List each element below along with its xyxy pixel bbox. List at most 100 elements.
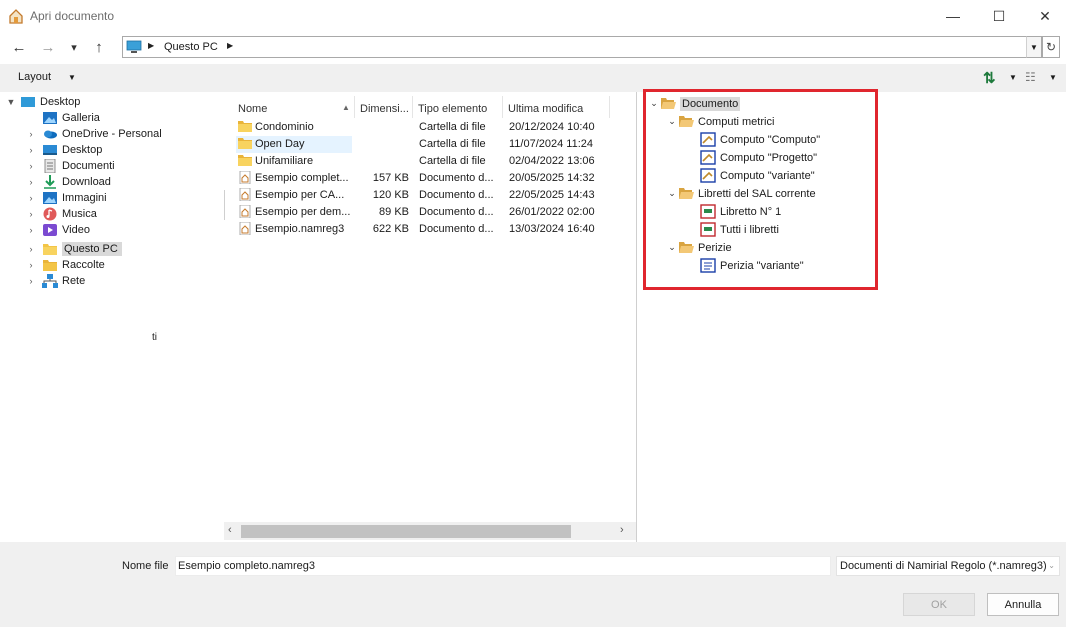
file-row[interactable]: Esempio per CA... 120 KB Documento d... … [236,187,610,204]
sidebar-item-galleria[interactable]: Galleria [26,110,100,126]
chevron-right-icon[interactable]: › [26,193,36,203]
back-button[interactable]: ← [8,36,30,58]
preview-group-perizie[interactable]: ⌄ Perizie [666,239,731,256]
preview-item-computo-variante[interactable]: Computo "variante" [700,167,815,184]
sidebar-item-raccolte[interactable]: › Raccolte [26,257,105,273]
scroll-left-icon[interactable]: ‹ [228,524,232,536]
sidebar-item-immagini[interactable]: › Immagini [26,190,107,206]
file-row[interactable]: Unifamiliare Cartella di file 02/04/2022… [236,153,610,170]
ok-button[interactable]: OK [903,593,975,616]
open-folder-icon [661,98,676,109]
horizontal-scrollbar[interactable]: ‹ › [224,522,636,540]
address-history-dropdown[interactable]: ▼ [1026,36,1042,58]
sort-arrows-icon[interactable]: ⇅ [983,69,996,87]
sidebar-item-desktop[interactable]: › Desktop [26,142,103,158]
address-bar[interactable]: ▶ Questo PC ▶ [122,36,1042,58]
chevron-right-icon[interactable]: › [26,177,36,187]
filename-input[interactable]: Esempio completo.namreg3 [175,556,831,576]
sidebar-item-rete[interactable]: › Rete [26,273,85,289]
sidebar-item-download[interactable]: › Download [26,174,111,190]
sidebar-item-documenti[interactable]: › Documenti [26,158,115,174]
open-folder-icon [679,188,694,199]
refresh-button[interactable]: ↻ [1042,36,1060,58]
breadcrumb-this-pc[interactable]: Questo PC [164,41,218,53]
chevron-down-icon[interactable]: ▼ [1049,73,1057,82]
gallery-icon [43,112,57,124]
chevron-down-icon[interactable]: ⌄ [666,242,678,253]
chevron-down-icon[interactable]: ▼ [1009,73,1017,82]
forward-button[interactable]: → [37,36,59,58]
preview-pane-divider[interactable] [636,92,637,542]
preview-item-perizia-variante[interactable]: Perizia "variante" [700,257,804,274]
sidebar-item-musica[interactable]: › Musica [26,206,97,222]
file-row[interactable]: Condominio Cartella di file 20/12/2024 1… [236,119,610,136]
filename-label: Nome file [122,560,169,572]
cancel-button[interactable]: Annulla [987,593,1059,616]
chevron-right-icon[interactable]: › [26,225,36,235]
onedrive-icon [44,130,57,139]
maximize-button[interactable]: ☐ [976,0,1022,32]
open-folder-icon [679,242,694,253]
preview-group-libretti[interactable]: ⌄ Libretti del SAL corrente [666,185,815,202]
perizia-icon [700,258,716,273]
command-toolbar: Layout ▼ ⇅ ▼ ☷ ▼ [0,64,1066,92]
column-header-size[interactable]: Dimensi... [360,98,409,120]
recent-locations-button[interactable]: ▾ [63,36,85,58]
preview-group-computi[interactable]: ⌄ Computi metrici [666,113,774,130]
file-row[interactable]: Open Day Cartella di file 11/07/2024 11:… [236,136,610,153]
namreg-document-icon [239,222,251,235]
minimize-button[interactable]: — [930,0,976,32]
preview-item-libretto-1[interactable]: Libretto N° 1 [700,203,781,220]
namreg-document-icon [239,205,251,218]
up-button[interactable]: ↑ [88,36,110,58]
chevron-right-icon[interactable]: › [26,260,36,270]
preview-item-tutti-libretti[interactable]: Tutti i libretti [700,221,779,238]
column-header-type[interactable]: Tipo elemento [418,98,487,120]
chevron-right-icon[interactable]: › [26,244,36,254]
file-type-filter[interactable]: Documenti di Namirial Regolo (*.namreg3)… [836,556,1060,576]
chevron-down-icon[interactable]: ▼ [6,97,16,107]
nav-pane-divider[interactable] [224,190,225,220]
breadcrumb-chevron-icon: ▶ [148,41,155,50]
file-type-filter-value: Documenti di Namirial Regolo (*.namreg3) [840,560,1047,572]
chevron-right-icon[interactable]: › [26,145,36,155]
chevron-down-icon[interactable]: ▼ [68,73,76,82]
this-pc-folder-icon [43,244,57,255]
scroll-right-icon[interactable]: › [620,524,624,536]
chevron-down-icon[interactable]: ⌄ [666,116,678,127]
desktop-blue-icon [21,97,35,107]
folder-icon [238,155,252,166]
layout-button[interactable]: Layout [18,71,51,83]
sidebar-item-video[interactable]: › Video [26,222,90,238]
desktop-folder-icon [43,145,57,155]
namreg-document-icon [239,171,251,184]
libretto-icon [700,204,716,219]
sidebar-item-desktop-root[interactable]: ▼ Desktop [6,94,81,110]
music-icon [43,207,57,221]
preview-item-computo-progetto[interactable]: Computo "Progetto" [700,149,817,166]
file-list: Nome ▲ Dimensi... Tipo elemento Ultima m… [232,92,632,542]
breadcrumb-chevron-icon[interactable]: ▶ [227,41,233,50]
column-header-name[interactable]: Nome [238,98,267,120]
sidebar-item-onedrive[interactable]: › OneDrive - Personal [26,126,162,142]
chevron-right-icon[interactable]: › [26,209,36,219]
navigation-bar: ← → ▾ ↑ ▶ Questo PC ▶ ▼ ↻ [0,32,1066,62]
computo-icon [700,150,716,165]
chevron-down-icon[interactable]: ⌄ [648,98,660,109]
file-row[interactable]: Esempio per dem... 89 KB Documento d... … [236,204,610,221]
preview-item-computo-computo[interactable]: Computo "Computo" [700,131,820,148]
chevron-down-icon[interactable]: ⌄ [666,188,678,199]
navigation-pane: ▼ Desktop Galleria › OneDrive - Personal… [0,92,225,542]
column-header-modified[interactable]: Ultima modifica [508,98,583,120]
view-options-icon[interactable]: ☷ [1025,70,1036,84]
file-row[interactable]: Esempio complet... 157 KB Documento d...… [236,170,610,187]
file-row[interactable]: Esempio.namreg3 622 KB Documento d... 13… [236,221,610,238]
app-house-icon [9,9,23,24]
chevron-right-icon[interactable]: › [26,129,36,139]
sidebar-item-questo-pc[interactable]: › Questo PC [26,241,122,257]
chevron-right-icon[interactable]: › [26,276,36,286]
close-button[interactable]: ✕ [1022,0,1066,32]
scrollbar-thumb[interactable] [241,525,571,538]
chevron-right-icon[interactable]: › [26,161,36,171]
preview-root-documento[interactable]: ⌄ Documento [648,95,741,112]
